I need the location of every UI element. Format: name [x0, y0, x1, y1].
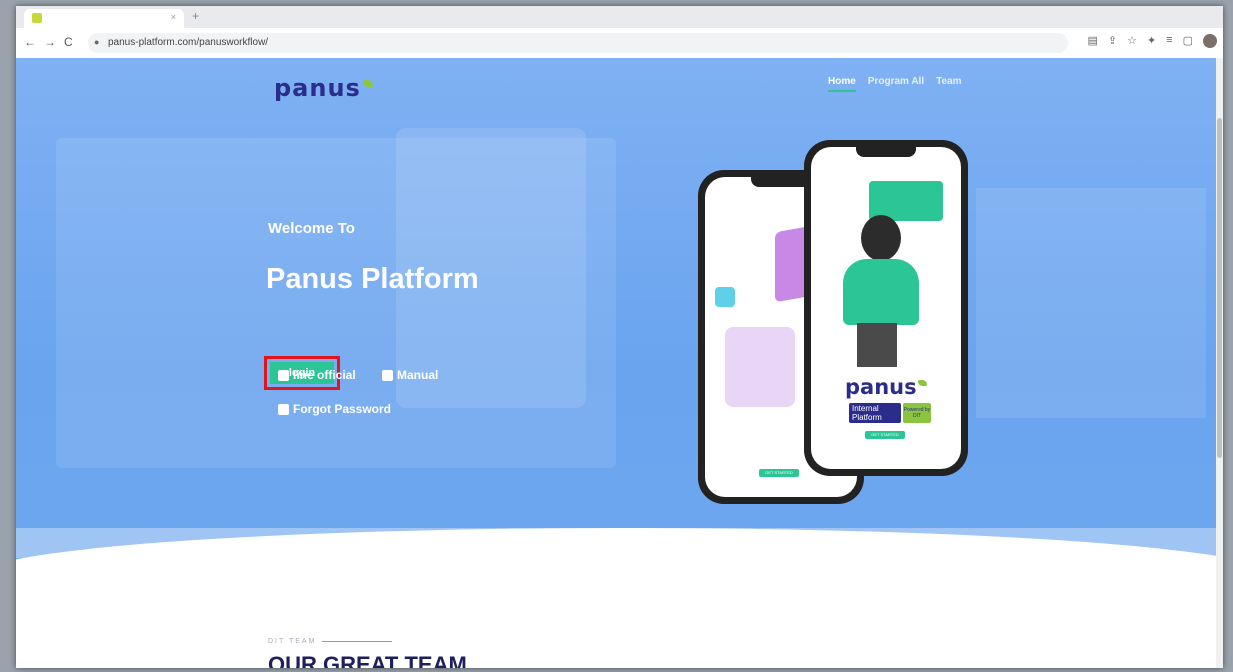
internal-platform-badge: Internal Platform [849, 403, 901, 423]
close-icon[interactable]: × [171, 12, 176, 22]
scrollbar-thumb[interactable] [1217, 118, 1222, 458]
leaf-icon [917, 380, 927, 386]
phone-notch [751, 177, 811, 187]
team-eyebrow-label: DIT TEAM [268, 638, 317, 645]
phone-logo: panus [845, 375, 927, 399]
reload-icon[interactable]: C [64, 35, 73, 49]
extension-toolbar: ▤ ⇪ ☆ ✦ ≡ ▢ [1087, 34, 1217, 48]
forward-icon[interactable]: → [44, 35, 56, 49]
lock-icon: ● [94, 37, 100, 47]
unlock-icon [278, 403, 289, 415]
page-title: Panus Platform [266, 263, 479, 295]
new-tab-button[interactable]: + [192, 9, 199, 23]
phone-notch [856, 147, 916, 157]
forgot-password-label: Forgot Password [293, 402, 392, 416]
line-official-label: line official [293, 368, 356, 382]
tab-strip: × + [16, 6, 1223, 28]
welcome-text: Welcome To [268, 220, 355, 237]
person-illustration-legs [857, 323, 897, 367]
phone-screen-front: panus Internal Platform Powered by DIT G… [811, 147, 961, 469]
url-text[interactable]: panus-platform.com/panusworkflow/ [108, 37, 268, 48]
logo-text: panus [274, 74, 361, 102]
site-logo[interactable]: panus [274, 74, 373, 102]
powered-by-badge: Powered by DIT [903, 403, 931, 423]
eyebrow-divider [322, 641, 393, 642]
scrollbar[interactable] [1216, 58, 1223, 668]
translate-icon[interactable]: ▤ [1087, 34, 1097, 48]
line-icon [278, 369, 289, 381]
nav-program-all[interactable]: Program All [868, 76, 924, 92]
share-icon[interactable]: ⇪ [1108, 34, 1117, 48]
get-started-badge-back: GET STARTED [759, 469, 799, 477]
star-icon[interactable]: ☆ [1127, 34, 1137, 48]
manual-link[interactable]: Manual [382, 368, 438, 382]
nav-team[interactable]: Team [936, 76, 961, 92]
browser-tab[interactable]: × [24, 9, 184, 28]
team-eyebrow: DIT TEAM [268, 638, 393, 645]
team-heading: OUR GREAT TEAM [268, 652, 467, 668]
person-illustration-head [861, 215, 901, 261]
main-nav: Home Program All Team [828, 76, 962, 92]
leaf-icon [362, 80, 373, 87]
forgot-password-link[interactable]: Forgot Password [278, 402, 391, 416]
book-icon [382, 369, 393, 381]
side-panel-icon[interactable]: ▢ [1183, 34, 1193, 48]
line-official-link[interactable]: line official [278, 368, 356, 382]
manual-label: Manual [397, 368, 439, 382]
hero-section: panus Home Program All Team Welcome To P… [16, 58, 1223, 576]
warehouse-background-image [976, 188, 1206, 418]
get-started-badge-front: GET STARTED [865, 431, 905, 439]
back-icon[interactable]: ← [24, 35, 36, 49]
profile-avatar[interactable] [1203, 34, 1217, 48]
phone-logo-text: panus [845, 375, 917, 399]
favicon-icon [32, 13, 42, 23]
browser-toolbar: ← → C ● panus-platform.com/panusworkflow… [16, 28, 1223, 59]
nav-home[interactable]: Home [828, 76, 856, 92]
phone-mockup-front: panus Internal Platform Powered by DIT G… [804, 140, 968, 476]
extensions-icon[interactable]: ✦ [1147, 34, 1156, 48]
address-bar[interactable]: ● panus-platform.com/panusworkflow/ [88, 33, 1068, 53]
browser-window: × + ← → C ● panus-platform.com/panuswork… [16, 6, 1223, 668]
app-illustration-chip [715, 287, 735, 307]
reading-list-icon[interactable]: ≡ [1166, 34, 1172, 48]
app-illustration-panel [725, 327, 795, 407]
person-illustration-body [843, 259, 919, 325]
